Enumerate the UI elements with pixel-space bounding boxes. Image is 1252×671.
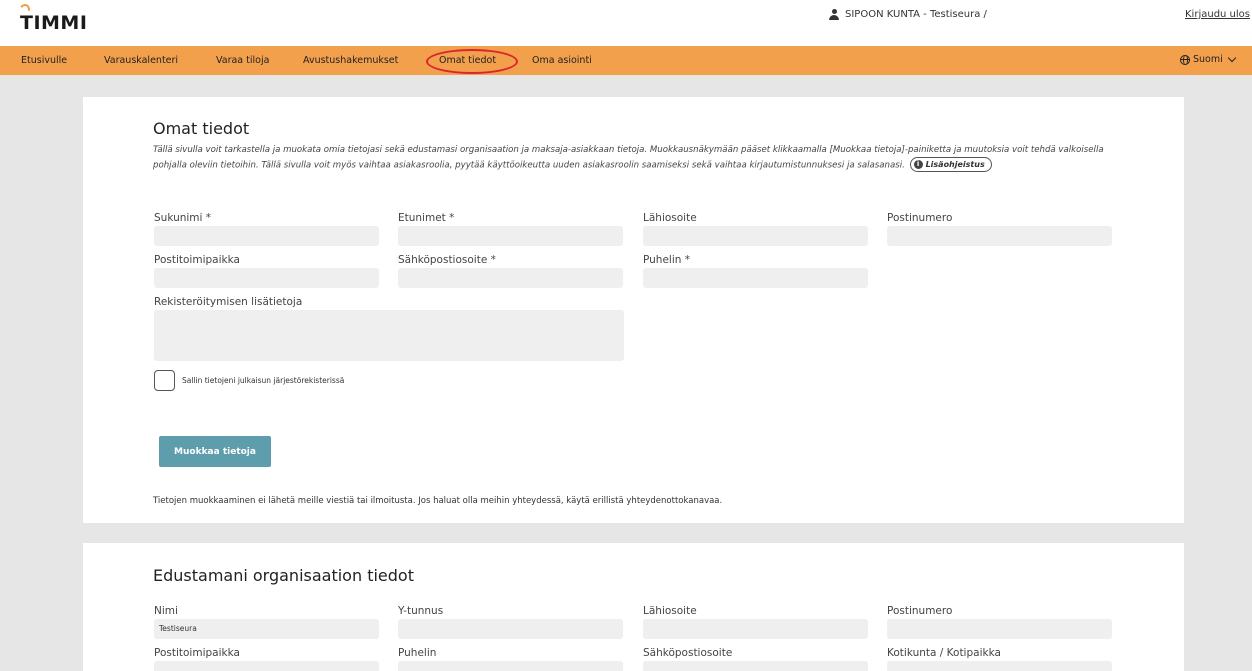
lisatietoja-textarea[interactable] <box>154 310 624 361</box>
highlight-circle <box>426 49 518 74</box>
puhelin-input[interactable] <box>643 268 868 288</box>
edit-profile-button[interactable]: Muokkaa tietoja <box>159 436 271 467</box>
intro-text: Tällä sivulla voit tarkastella ja muokat… <box>153 145 1123 172</box>
org-sahkoposti-label: Sähköpostiosoite <box>643 647 733 659</box>
lahiosoite-label: Lähiosoite <box>643 212 697 224</box>
help-button[interactable]: i Lisäohjeistus <box>909 156 992 172</box>
postitoimipaikka-label: Postitoimipaikka <box>154 254 240 266</box>
ytunnus-label: Y-tunnus <box>398 605 444 617</box>
nav-item-varauskalenteri[interactable]: Varauskalenteri <box>104 55 178 66</box>
sahkoposti-label: Sähköpostiosoite * <box>398 254 496 266</box>
nav-item-avustushakemukset[interactable]: Avustushakemukset <box>303 55 398 66</box>
sahkoposti-input[interactable] <box>398 268 623 288</box>
user-name: SIPOON KUNTA - Testiseura / <box>845 9 987 20</box>
kotikunta-label: Kotikunta / Kotipaikka <box>887 647 1001 659</box>
globe-icon <box>1180 54 1190 65</box>
profile-card: Omat tiedot Tällä sivulla voit tarkastel… <box>83 97 1184 523</box>
edit-note: Tietojen muokkaaminen ei lähetä meille v… <box>153 496 723 506</box>
language-selector[interactable]: Suomi <box>1180 53 1237 65</box>
org-lahiosoite-input[interactable] <box>643 619 868 639</box>
org-postitoimipaikka-label: Postitoimipaikka <box>154 647 240 659</box>
org-postinumero-label: Postinumero <box>887 605 953 617</box>
lisatietoja-label: Rekisteröitymisen lisätietoja <box>154 296 303 308</box>
sukunimi-label: Sukunimi * <box>154 212 212 224</box>
top-header: TIMMI SIPOON KUNTA - Testiseura / Kirjau… <box>0 0 1252 46</box>
publish-consent-label: Sallin tietojeni julkaisun järjestörekis… <box>182 376 345 385</box>
logo-text: TIMMI <box>20 12 88 34</box>
org-postitoimipaikka-input[interactable] <box>154 661 379 671</box>
postinumero-input[interactable] <box>887 226 1112 246</box>
lahiosoite-input[interactable] <box>643 226 868 246</box>
kotikunta-input[interactable] <box>887 661 1112 671</box>
page-title: Omat tiedot <box>153 119 250 138</box>
chevron-down-icon <box>1227 53 1237 63</box>
user-icon <box>829 9 839 20</box>
user-info: SIPOON KUNTA - Testiseura / <box>829 9 987 20</box>
nav-item-oma-asiointi[interactable]: Oma asiointi <box>532 55 592 66</box>
etunimet-input[interactable] <box>398 226 623 246</box>
info-icon: i <box>913 160 923 169</box>
ytunnus-input[interactable] <box>398 619 623 639</box>
postitoimipaikka-input[interactable] <box>154 268 379 288</box>
postinumero-label: Postinumero <box>887 212 953 224</box>
org-postinumero-input[interactable] <box>887 619 1112 639</box>
nav-item-varaa-tiloja[interactable]: Varaa tiloja <box>216 55 269 66</box>
timmi-logo[interactable]: TIMMI <box>18 2 88 34</box>
sukunimi-input[interactable] <box>154 226 379 246</box>
language-label: Suomi <box>1193 54 1223 65</box>
nimi-label: Nimi <box>154 605 178 617</box>
organization-card: Edustamani organisaation tiedot Nimi Tes… <box>83 543 1184 671</box>
main-nav: Etusivulle Varauskalenteri Varaa tiloja … <box>0 46 1252 75</box>
org-sahkoposti-input[interactable] <box>643 661 868 671</box>
help-label: Lisäohjeistus <box>925 159 985 169</box>
puhelin-label: Puhelin * <box>643 254 690 266</box>
org-puhelin-label: Puhelin <box>398 647 437 659</box>
org-lahiosoite-label: Lähiosoite <box>643 605 697 617</box>
nav-item-etusivulle[interactable]: Etusivulle <box>21 55 67 66</box>
nimi-input[interactable]: Testiseura <box>154 619 379 639</box>
org-puhelin-input[interactable] <box>398 661 623 671</box>
publish-consent-checkbox[interactable] <box>154 370 175 391</box>
organization-title: Edustamani organisaation tiedot <box>153 566 414 585</box>
logout-link[interactable]: Kirjaudu ulos <box>1185 9 1250 20</box>
etunimet-label: Etunimet * <box>398 212 455 224</box>
